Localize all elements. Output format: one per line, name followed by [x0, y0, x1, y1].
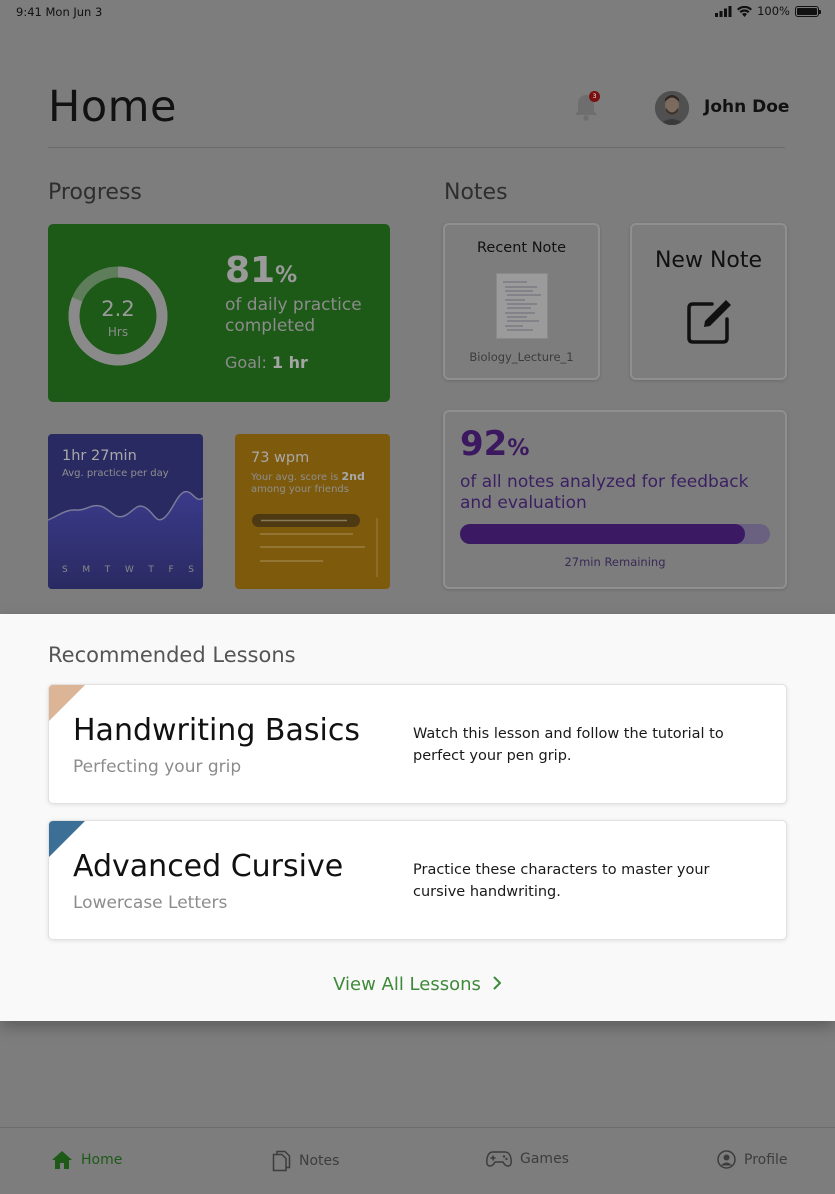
weekday-label: T [104, 565, 111, 575]
header-divider [48, 147, 785, 148]
lesson-description: Practice these characters to master your… [413, 862, 710, 900]
signal-icon [715, 5, 732, 17]
edit-icon [687, 300, 731, 344]
analyzed-percent-value: 92 [460, 424, 508, 464]
recommended-lessons-panel [0, 614, 835, 1021]
view-all-lessons-link[interactable]: View All Lessons [0, 974, 835, 995]
battery-percent: 100% [757, 4, 790, 18]
profile-icon [717, 1150, 736, 1169]
leaderboard-graphic [252, 514, 378, 577]
wifi-icon [737, 5, 753, 17]
time-remaining: 27min Remaining [564, 555, 666, 569]
tab-label: Games [520, 1151, 569, 1167]
analyzed-percent: 92% [460, 424, 529, 464]
tab-label: Profile [744, 1151, 788, 1168]
lesson-title: Advanced Cursive [73, 849, 344, 884]
page-title: Home [48, 82, 177, 132]
hours-unit: Hrs [107, 325, 129, 339]
lesson-title: Handwriting Basics [73, 713, 360, 748]
tab-games[interactable]: Games [486, 1150, 569, 1168]
gamepad-icon [486, 1151, 512, 1167]
status-time: 9:41 Mon Jun 3 [16, 5, 103, 19]
daily-percent-sign: % [275, 263, 298, 288]
weekday-label: M [82, 565, 91, 575]
lesson-description: Watch this lesson and follow the tutoria… [413, 726, 724, 764]
tab-label: Notes [299, 1153, 340, 1169]
recommended-lessons-title: Recommended Lessons [48, 643, 296, 667]
weekday-label: T [148, 565, 154, 575]
tab-bar [0, 1127, 835, 1194]
hours-value: 2.2 [101, 297, 135, 321]
tab-home[interactable]: Home [51, 1150, 122, 1170]
notes-section-title: Notes [444, 180, 508, 205]
goal-text: Goal: 1 hr [225, 353, 308, 372]
daily-percent-value: 81 [225, 250, 276, 291]
recent-note-filename: Biology_Lecture_1 [469, 350, 574, 364]
weekday-label: S [62, 565, 68, 575]
lesson-card-handwriting-basics[interactable]: Handwriting Basics Perfecting your grip … [48, 684, 787, 804]
wpm-card[interactable]: 73 wpm Your avg. score is 2nd among your… [235, 434, 390, 589]
weekday-labels: SMTWTFS [62, 565, 194, 575]
new-note-label: New Note [654, 248, 763, 273]
practice-per-day-label: Avg. practice per day [62, 468, 169, 479]
tab-notes[interactable]: Notes [272, 1150, 339, 1172]
weekday-label: F [168, 565, 174, 575]
user-name[interactable]: John Doe [704, 97, 789, 117]
recent-note-label: Recent Note [476, 240, 567, 256]
view-all-label: View All Lessons [333, 974, 481, 995]
lesson-subtitle: Perfecting your grip [73, 757, 242, 777]
chevron-right-icon [493, 974, 502, 995]
weekday-label: S [188, 565, 194, 575]
notification-badge: 3 [589, 91, 600, 102]
practice-per-day-value: 1hr 27min [62, 448, 137, 464]
goal-label: Goal: [225, 353, 267, 372]
tab-label: Home [81, 1152, 123, 1168]
analyzed-progress-fill [460, 524, 746, 544]
analyzed-percent-sign: % [507, 436, 530, 461]
home-icon [52, 1151, 72, 1169]
daily-percent: 81% [225, 250, 297, 291]
lesson-card-advanced-cursive[interactable]: Advanced Cursive Lowercase Letters Pract… [48, 820, 787, 940]
weekday-label: W [124, 565, 134, 575]
daily-practice-text: of daily practice completed [225, 295, 362, 336]
goal-value: 1 hr [271, 353, 308, 372]
tab-profile[interactable]: Profile [717, 1150, 788, 1169]
analyzed-text: of all notes analyzed for feedback and e… [460, 472, 749, 513]
status-indicators: 100% [715, 4, 821, 18]
note-thumbnail [496, 273, 548, 339]
battery-icon [795, 5, 821, 17]
progress-section-title: Progress [48, 180, 142, 205]
avatar[interactable] [655, 91, 689, 125]
lesson-subtitle: Lowercase Letters [73, 893, 228, 913]
notes-icon [272, 1150, 291, 1172]
